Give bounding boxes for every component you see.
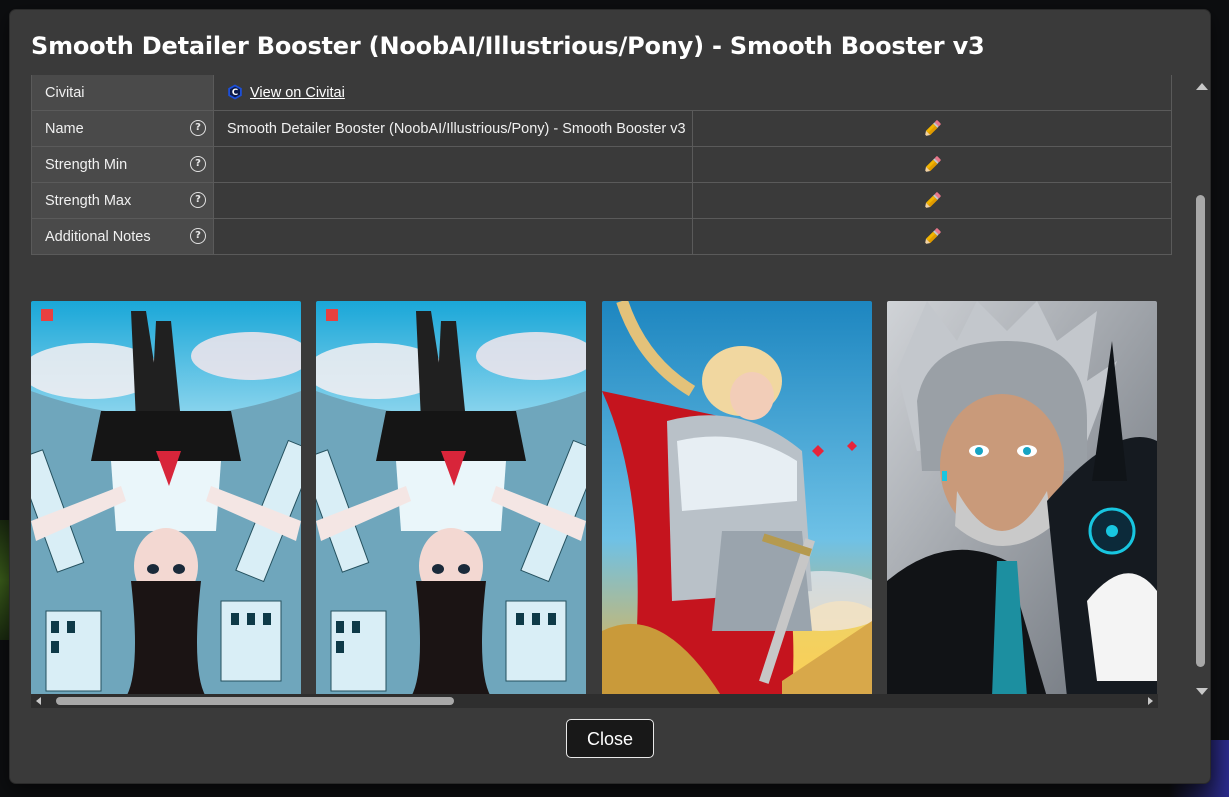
- table-row-name: Name ? Smooth Detailer Booster (NoobAI/I…: [31, 110, 1172, 147]
- table-row-additional-notes: Additional Notes ?: [31, 218, 1172, 255]
- vertical-scrollbar[interactable]: [1191, 75, 1210, 703]
- pencil-icon: [924, 155, 941, 172]
- dialog-scroll-content[interactable]: Civitai C View on Civitai Name ? Smooth …: [31, 75, 1203, 703]
- row-value: C View on Civitai: [213, 75, 1172, 111]
- preview-image-knight: [602, 301, 872, 697]
- row-key: Name ?: [31, 110, 214, 147]
- row-key: Civitai: [31, 75, 214, 111]
- gallery-image[interactable]: [316, 301, 586, 697]
- edit-strength-min-button[interactable]: [692, 146, 1172, 183]
- row-key-label: Name: [45, 120, 84, 137]
- scroll-thumb[interactable]: [1196, 195, 1205, 667]
- scroll-left-arrow-icon[interactable]: [36, 697, 41, 705]
- gallery-image[interactable]: [887, 301, 1157, 697]
- preview-image-anime-girl: [31, 301, 301, 697]
- scroll-down-arrow-icon[interactable]: [1196, 688, 1208, 695]
- model-info-dialog: Smooth Detailer Booster (NoobAI/Illustri…: [10, 10, 1210, 783]
- row-key-label: Strength Max: [45, 192, 132, 209]
- table-row-strength-min: Strength Min ?: [31, 146, 1172, 183]
- dialog-title: Smooth Detailer Booster (NoobAI/Illustri…: [31, 32, 985, 60]
- close-button[interactable]: Close: [566, 719, 654, 758]
- help-icon[interactable]: ?: [190, 156, 206, 172]
- table-row-civitai: Civitai C View on Civitai: [31, 75, 1172, 111]
- preview-image-anime-girl: [316, 301, 586, 697]
- pencil-icon: [924, 227, 941, 244]
- row-key: Strength Min ?: [31, 146, 214, 183]
- scroll-up-arrow-icon[interactable]: [1196, 83, 1208, 90]
- name-value: Smooth Detailer Booster (NoobAI/Illustri…: [213, 110, 693, 147]
- view-on-civitai-link[interactable]: View on Civitai: [250, 85, 345, 101]
- preview-image-silver-haired-man: [887, 301, 1157, 697]
- gallery-image[interactable]: [602, 301, 872, 697]
- pencil-icon: [924, 191, 941, 208]
- table-row-strength-max: Strength Max ?: [31, 182, 1172, 219]
- strength-max-value: [213, 182, 693, 219]
- gallery-image[interactable]: [31, 301, 301, 697]
- edit-additional-notes-button[interactable]: [692, 218, 1172, 255]
- row-key: Strength Max ?: [31, 182, 214, 219]
- row-key-label: Strength Min: [45, 156, 128, 173]
- strength-min-value: [213, 146, 693, 183]
- row-key: Additional Notes ?: [31, 218, 214, 255]
- edit-strength-max-button[interactable]: [692, 182, 1172, 219]
- civitai-logo-icon: C: [228, 84, 242, 100]
- model-info-table: Civitai C View on Civitai Name ? Smooth …: [31, 75, 1172, 255]
- scroll-right-arrow-icon[interactable]: [1148, 697, 1153, 705]
- pencil-icon: [924, 119, 941, 136]
- horizontal-scrollbar[interactable]: [31, 694, 1158, 708]
- example-image-gallery: [31, 301, 1203, 697]
- edit-name-button[interactable]: [692, 110, 1172, 147]
- help-icon[interactable]: ?: [190, 192, 206, 208]
- svg-text:C: C: [232, 88, 238, 98]
- help-icon[interactable]: ?: [190, 228, 206, 244]
- additional-notes-value: [213, 218, 693, 255]
- help-icon[interactable]: ?: [190, 120, 206, 136]
- row-key-label: Additional Notes: [45, 228, 151, 245]
- scroll-thumb[interactable]: [56, 697, 454, 705]
